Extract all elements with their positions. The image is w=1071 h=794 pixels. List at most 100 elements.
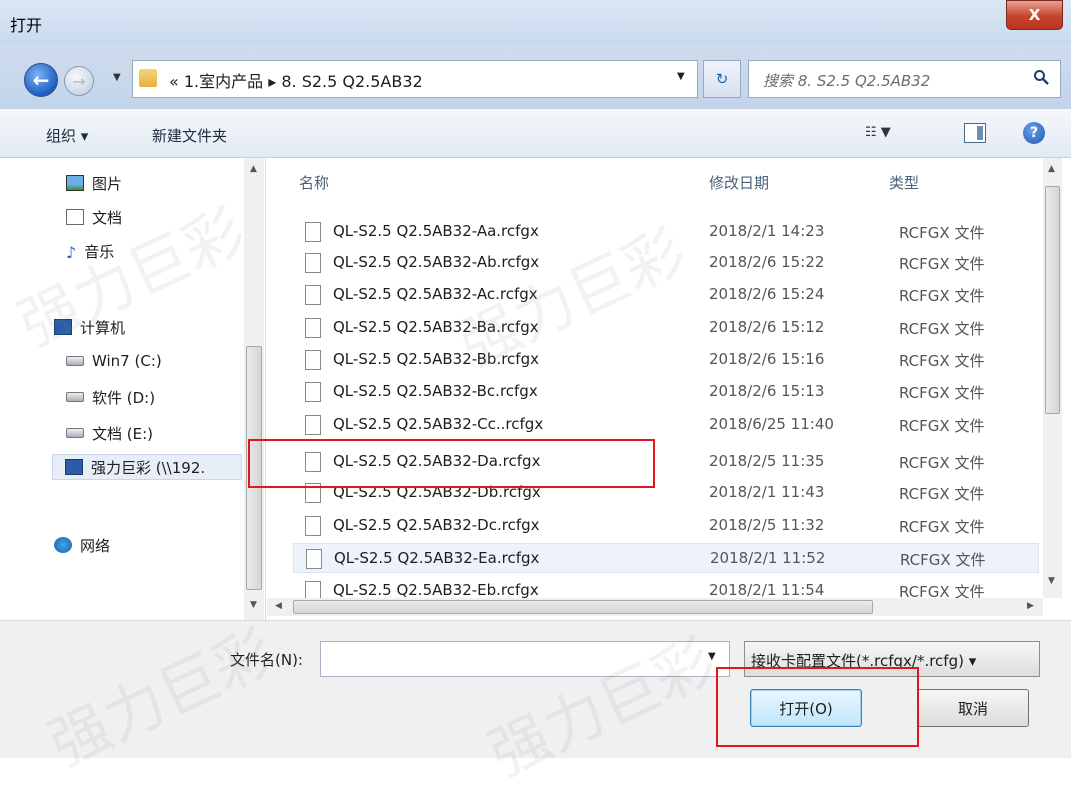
address-dropdown-icon[interactable]: ▼ xyxy=(677,71,685,82)
sidebar-item-documents[interactable]: 文档 xyxy=(66,204,122,230)
search-input[interactable]: 搜索 8. S2.5 Q2.5AB32 xyxy=(748,60,1061,98)
folder-icon xyxy=(139,69,157,87)
sidebar-item-label: 软件 (D:) xyxy=(92,388,156,407)
sidebar-item-label: 网络 xyxy=(80,536,111,555)
column-header-name[interactable]: 名称 xyxy=(299,172,329,193)
window-title: 打开 xyxy=(10,16,43,35)
forward-button[interactable]: → xyxy=(64,66,94,96)
scroll-left-icon[interactable]: ◀ xyxy=(275,601,282,611)
sidebar-item-label: 计算机 xyxy=(80,318,126,337)
cancel-button[interactable]: 取消 xyxy=(917,689,1029,727)
file-date: 2018/2/6 15:24 xyxy=(709,285,825,303)
file-date: 2018/2/1 11:43 xyxy=(709,483,825,501)
file-name: QL-S2.5 Q2.5AB32-Ea.rcfgx xyxy=(334,549,540,567)
file-row[interactable]: QL-S2.5 Q2.5AB32-Bc.rcfgx 2018/2/6 15:13… xyxy=(293,377,1039,407)
file-date: 2018/2/6 15:13 xyxy=(709,382,825,400)
file-name: QL-S2.5 Q2.5AB32-Cc..rcfgx xyxy=(333,415,544,433)
file-icon xyxy=(306,549,322,569)
file-name: QL-S2.5 Q2.5AB32-Bc.rcfgx xyxy=(333,382,538,400)
file-date: 2018/2/5 11:35 xyxy=(709,452,825,470)
file-row[interactable]: QL-S2.5 Q2.5AB32-Ac.rcfgx 2018/2/6 15:24… xyxy=(293,280,1039,310)
close-icon: X xyxy=(1028,6,1041,24)
file-date: 2018/6/25 11:40 xyxy=(709,415,834,433)
refresh-icon: ↻ xyxy=(715,70,729,88)
file-name: QL-S2.5 Q2.5AB32-Ba.rcfgx xyxy=(333,318,539,336)
search-icon[interactable] xyxy=(1033,69,1049,85)
sidebar-item-drive-d[interactable]: 软件 (D:) xyxy=(66,384,155,410)
file-type: RCFGX 文件 xyxy=(899,485,985,503)
sidebar-item-music[interactable]: ♪ 音乐 xyxy=(66,238,114,264)
back-button[interactable]: ← xyxy=(24,63,58,97)
breadcrumb[interactable]: « 1.室内产品 ▸ 8. S2.5 Q2.5AB32 xyxy=(169,68,423,92)
horizontal-scroll-thumb[interactable] xyxy=(293,600,873,614)
organize-button[interactable]: 组织 ▾ xyxy=(46,125,88,146)
sidebar-item-drive-c[interactable]: Win7 (C:) xyxy=(66,348,162,374)
back-arrow-icon: ← xyxy=(32,68,50,92)
scroll-up-icon[interactable]: ▲ xyxy=(1048,164,1055,174)
file-date: 2018/2/6 15:22 xyxy=(709,253,825,271)
pictures-icon xyxy=(66,175,84,191)
file-type: RCFGX 文件 xyxy=(899,320,985,338)
sidebar-item-network[interactable]: 网络 xyxy=(54,532,110,558)
file-list-scroll-thumb[interactable] xyxy=(1045,186,1060,414)
sidebar-item-label: 文档 (E:) xyxy=(92,424,154,443)
file-type: RCFGX 文件 xyxy=(899,454,985,472)
file-type: RCFGX 文件 xyxy=(899,352,985,370)
sidebar-item-label: Win7 (C:) xyxy=(92,352,162,370)
network-drive-icon xyxy=(65,459,83,475)
sidebar-scrollbar[interactable]: ▲ ▼ xyxy=(244,158,264,620)
navigation-pane: 图片 文档 ♪ 音乐 计算机 Win7 (C:) 软件 (D:) 文档 (E:)… xyxy=(0,158,266,620)
file-row[interactable]: QL-S2.5 Q2.5AB32-Dc.rcfgx 2018/2/5 11:32… xyxy=(293,511,1039,541)
documents-icon xyxy=(66,209,84,225)
preview-pane-icon[interactable] xyxy=(964,123,986,143)
refresh-button[interactable]: ↻ xyxy=(703,60,741,98)
filename-dropdown-icon[interactable]: ▼ xyxy=(708,651,716,662)
file-date: 2018/2/6 15:16 xyxy=(709,350,825,368)
cancel-button-label: 取消 xyxy=(957,699,988,718)
close-button[interactable]: X xyxy=(1006,0,1063,30)
file-row[interactable]: QL-S2.5 Q2.5AB32-Ea.rcfgx 2018/2/1 11:52… xyxy=(293,543,1039,573)
scroll-up-icon[interactable]: ▲ xyxy=(250,164,257,174)
file-row[interactable]: QL-S2.5 Q2.5AB32-Bb.rcfgx 2018/2/6 15:16… xyxy=(293,345,1039,375)
file-icon xyxy=(305,382,321,402)
sidebar-item-pictures[interactable]: 图片 xyxy=(66,170,122,196)
sidebar-item-computer[interactable]: 计算机 xyxy=(54,314,125,340)
filename-input[interactable] xyxy=(320,641,730,677)
file-type: RCFGX 文件 xyxy=(899,518,985,536)
file-icon xyxy=(305,285,321,305)
sidebar-item-drive-e[interactable]: 文档 (E:) xyxy=(66,420,153,446)
file-date: 2018/2/6 15:12 xyxy=(709,318,825,336)
file-type: RCFGX 文件 xyxy=(899,255,985,273)
file-row[interactable]: QL-S2.5 Q2.5AB32-Cc..rcfgx 2018/6/25 11:… xyxy=(293,410,1039,440)
file-list-scrollbar[interactable]: ▲ ▼ xyxy=(1043,158,1062,598)
file-row[interactable]: QL-S2.5 Q2.5AB32-Eb.rcfgx 2018/2/1 11:54… xyxy=(293,576,1039,598)
column-header-date[interactable]: 修改日期 xyxy=(709,172,769,193)
view-options-icon[interactable]: ☷ ▼ xyxy=(865,125,891,140)
sidebar-item-network-drive[interactable]: 强力巨彩 (\\192. xyxy=(52,454,242,480)
drive-icon xyxy=(66,356,84,366)
file-date: 2018/2/5 11:32 xyxy=(709,516,825,534)
file-icon xyxy=(305,516,321,536)
column-header-type[interactable]: 类型 xyxy=(889,172,919,193)
file-icon xyxy=(305,415,321,435)
network-icon xyxy=(54,537,72,553)
sidebar-item-label: 文档 xyxy=(92,208,123,227)
new-folder-button[interactable]: 新建文件夹 xyxy=(152,125,227,146)
scroll-right-icon[interactable]: ▶ xyxy=(1027,601,1034,611)
recent-pages-dropdown-icon[interactable]: ▼ xyxy=(113,72,121,83)
address-bar[interactable]: « 1.室内产品 ▸ 8. S2.5 Q2.5AB32 ▼ xyxy=(132,60,698,98)
sidebar-item-label: 图片 xyxy=(92,174,123,193)
help-icon[interactable]: ? xyxy=(1023,122,1045,144)
scroll-down-icon[interactable]: ▼ xyxy=(250,600,257,610)
file-row[interactable]: QL-S2.5 Q2.5AB32-Ab.rcfgx 2018/2/6 15:22… xyxy=(293,248,1039,278)
file-type: RCFGX 文件 xyxy=(899,583,985,598)
file-type: RCFGX 文件 xyxy=(899,224,985,242)
file-row[interactable]: QL-S2.5 Q2.5AB32-Ba.rcfgx 2018/2/6 15:12… xyxy=(293,313,1039,343)
scroll-down-icon[interactable]: ▼ xyxy=(1048,576,1055,586)
highlight-box-open-button xyxy=(716,667,919,747)
file-name: QL-S2.5 Q2.5AB32-Ab.rcfgx xyxy=(333,253,540,271)
file-name: QL-S2.5 Q2.5AB32-Aa.rcfgx xyxy=(333,222,539,240)
horizontal-scrollbar[interactable]: ◀ ▶ xyxy=(267,598,1043,616)
file-row[interactable]: QL-S2.5 Q2.5AB32-Aa.rcfgx 2018/2/1 14:23… xyxy=(293,217,1039,247)
highlight-box-selected-file xyxy=(248,439,655,488)
